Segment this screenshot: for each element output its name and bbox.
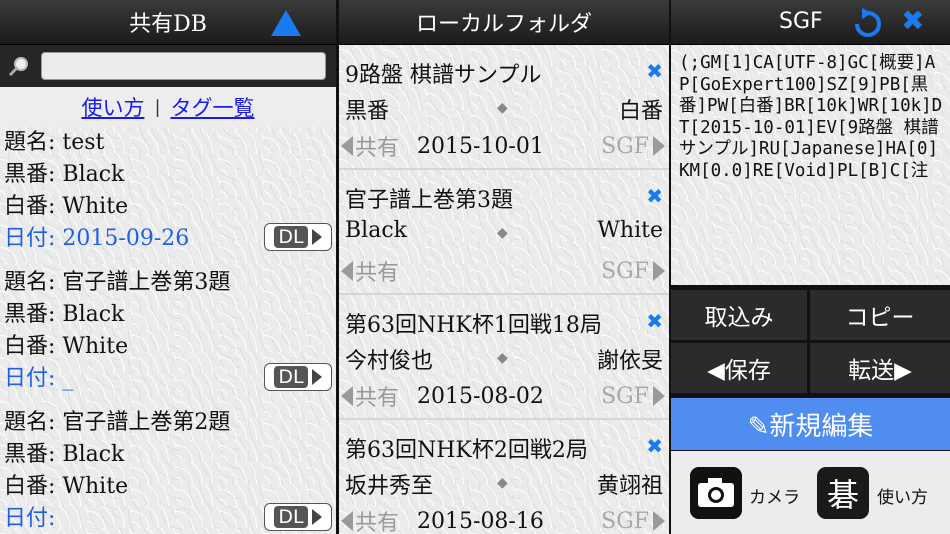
import-button[interactable]: 取込み (671, 290, 807, 340)
upload-triangle-icon[interactable] (270, 9, 302, 37)
black-player: 黒番 (345, 99, 390, 124)
save-button[interactable]: ◀保存 (671, 343, 807, 393)
new-edit-button[interactable]: ✎新規編集 (671, 398, 950, 450)
bottom-toolbar: カメラ 碁 使い方 (671, 451, 950, 534)
black-player: 坂井秀至 (345, 474, 434, 499)
link-separator: | (154, 96, 161, 118)
sgf-button[interactable]: SGF (601, 384, 649, 409)
search-icon (8, 57, 28, 77)
share-button[interactable]: 共有 (355, 505, 399, 534)
camera-icon[interactable] (690, 467, 742, 519)
white-player: 白番 (618, 99, 663, 124)
file-title: 第63回NHK杯2回戦2局 (345, 438, 588, 463)
search-input[interactable] (41, 52, 326, 80)
sgf-arrow-icon[interactable] (653, 511, 665, 531)
search-bar (0, 45, 336, 87)
local-file-item[interactable]: 官子譜上巻第3題 ✖ Black ◆ White 共有 SGF (339, 170, 669, 295)
sgf-title: SGF (779, 9, 823, 34)
local-folder-pane: ローカルフォルダ 9路盤 棋譜サンプル ✖ 黒番 ◆ 白番 共有 2015-10… (339, 0, 669, 534)
black-player: Black (345, 218, 407, 243)
sgf-arrow-icon[interactable] (653, 261, 665, 281)
download-label: DL (274, 366, 308, 388)
play-arrow-icon (311, 229, 322, 245)
delete-icon[interactable]: ✖ (646, 434, 663, 458)
shared-db-header: 共有DB (0, 0, 336, 45)
howto-label[interactable]: 使い方 (877, 483, 928, 508)
local-folder-header: ローカルフォルダ (339, 0, 669, 45)
file-footer: 共有 2015-10-01 SGF (339, 131, 669, 161)
transfer-button[interactable]: 転送▶ (810, 343, 950, 393)
shared-entry[interactable]: 題名: test 黒番: Black 白番: White 日付: 2015-09… (0, 127, 336, 267)
file-date: 2015-08-16 (417, 508, 544, 534)
download-label: DL (274, 506, 308, 528)
separator-diamond-icon: ◆ (497, 350, 508, 366)
sgf-button[interactable]: SGF (601, 259, 649, 284)
share-arrow-icon[interactable] (341, 511, 353, 531)
local-file-item[interactable]: 第63回NHK杯1回戦18局 ✖ 今村俊也 ◆ 謝依旻 共有 2015-08-0… (339, 295, 669, 420)
entry-black: 黒番: Black (4, 162, 125, 187)
tag-list-link[interactable]: タグ一覧 (171, 92, 255, 122)
delete-icon[interactable]: ✖ (646, 184, 663, 208)
separator-diamond-icon: ◆ (497, 475, 508, 491)
local-file-item[interactable]: 9路盤 棋譜サンプル ✖ 黒番 ◆ 白番 共有 2015-10-01 SGF (339, 45, 669, 170)
share-arrow-icon[interactable] (341, 386, 353, 406)
white-player: 謝依旻 (596, 349, 663, 374)
delete-icon[interactable]: ✖ (646, 309, 663, 333)
entry-title: 題名: test (4, 130, 105, 155)
copy-button[interactable]: コピー (810, 290, 950, 340)
share-arrow-icon[interactable] (341, 261, 353, 281)
share-button[interactable]: 共有 (355, 255, 399, 287)
howto-link[interactable]: 使い方 (81, 92, 144, 122)
entry-title: 題名: 官子譜上巻第3題 (4, 270, 231, 295)
close-icon[interactable]: ✖ (901, 4, 924, 37)
local-file-item[interactable]: 第63回NHK杯2回戦2局 ✖ 坂井秀至 ◆ 黄翊祖 共有 2015-08-16… (339, 420, 669, 534)
share-button[interactable]: 共有 (355, 130, 399, 162)
sgf-header: SGF ✖ (671, 0, 950, 45)
share-button[interactable]: 共有 (355, 380, 399, 412)
sgf-arrow-icon[interactable] (653, 386, 665, 406)
separator-diamond-icon: ◆ (497, 225, 508, 241)
file-title: 官子譜上巻第3題 (345, 188, 513, 213)
sgf-pane: SGF ✖ (;GM[1]CA[UTF-8]GC[概要]AP[GoExpert1… (671, 0, 950, 534)
file-date: 2015-08-02 (417, 383, 544, 409)
file-title: 9路盤 棋譜サンプル (345, 63, 542, 88)
play-arrow-icon (311, 369, 322, 385)
shared-db-pane: 共有DB 使い方 | タグ一覧 題名: test 黒番: Black 白番: W… (0, 0, 336, 534)
entry-title: 題名: 官子譜上巻第2題 (4, 410, 231, 435)
delete-icon[interactable]: ✖ (646, 59, 663, 83)
shared-db-title: 共有DB (129, 12, 207, 37)
download-button[interactable]: DL (264, 363, 332, 391)
file-footer: 共有 2015-08-16 SGF (339, 506, 669, 534)
camera-label[interactable]: カメラ (749, 483, 800, 508)
separator-diamond-icon: ◆ (497, 100, 508, 116)
share-arrow-icon[interactable] (341, 136, 353, 156)
file-date: 2015-10-01 (417, 133, 544, 159)
play-arrow-icon (311, 509, 322, 525)
undo-icon[interactable] (852, 8, 884, 38)
black-player: 今村俊也 (345, 349, 434, 374)
entry-black: 黒番: Black (4, 442, 125, 467)
file-footer: 共有 2015-08-02 SGF (339, 381, 669, 411)
sgf-text-area[interactable]: (;GM[1]CA[UTF-8]GC[概要]AP[GoExpert100]SZ[… (671, 45, 950, 285)
sgf-button[interactable]: SGF (601, 134, 649, 159)
links-row: 使い方 | タグ一覧 (0, 87, 336, 127)
local-folder-title: ローカルフォルダ (415, 12, 592, 37)
entry-white: 白番: White (4, 194, 129, 219)
entry-white: 白番: White (4, 334, 129, 359)
entry-white: 白番: White (4, 474, 129, 499)
go-app-icon[interactable]: 碁 (817, 467, 869, 519)
shared-entry[interactable]: 題名: 官子譜上巻第2題 黒番: Black 白番: White 日付: DL (0, 407, 336, 534)
download-button[interactable]: DL (264, 223, 332, 251)
download-button[interactable]: DL (264, 503, 332, 531)
entry-black: 黒番: Black (4, 302, 125, 327)
white-player: White (597, 218, 663, 243)
download-label: DL (274, 226, 308, 248)
sgf-button[interactable]: SGF (601, 509, 649, 534)
file-title: 第63回NHK杯1回戦18局 (345, 313, 602, 338)
sgf-arrow-icon[interactable] (653, 136, 665, 156)
file-footer: 共有 SGF (339, 256, 669, 286)
shared-entry[interactable]: 題名: 官子譜上巻第3題 黒番: Black 白番: White 日付: _ D… (0, 267, 336, 407)
white-player: 黄翊祖 (596, 474, 663, 499)
